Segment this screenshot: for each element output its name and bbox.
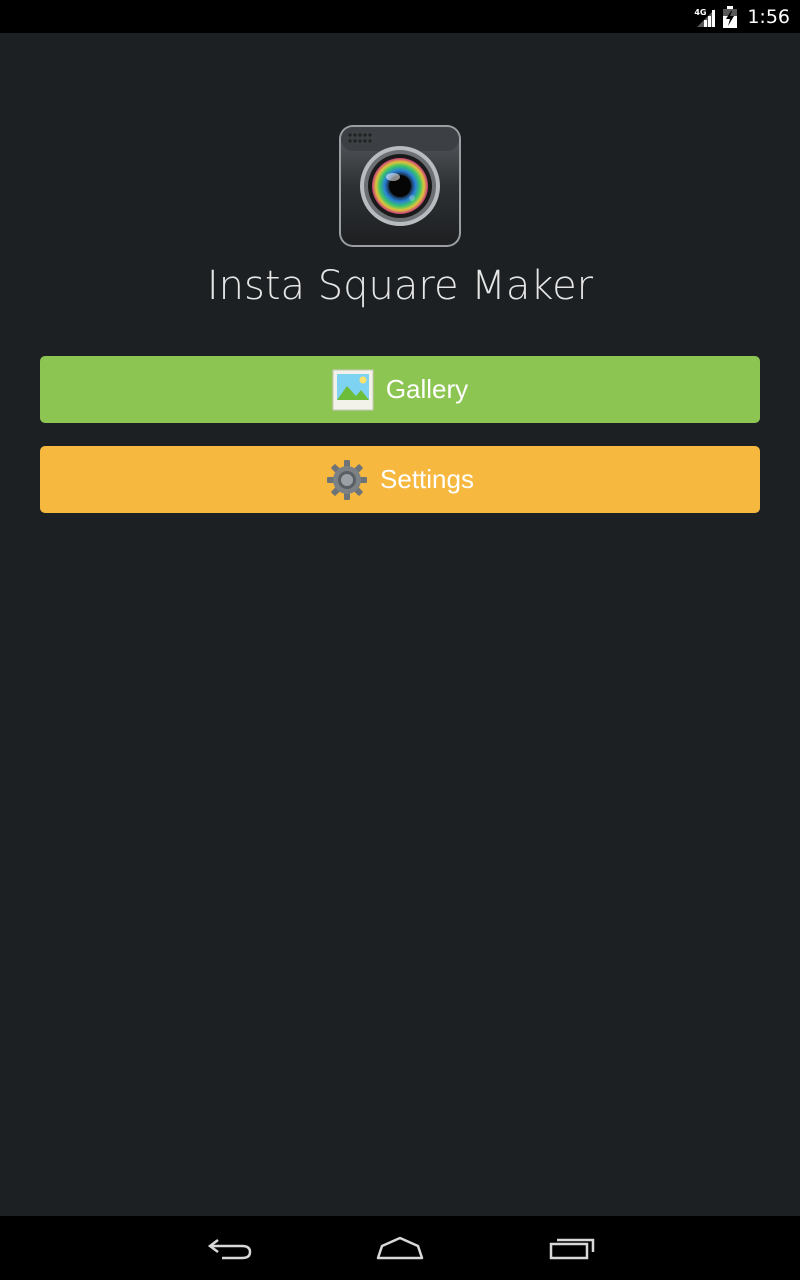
app-title: Insta Square Maker [206,263,594,309]
gallery-button[interactable]: Gallery [40,356,760,423]
recent-apps-icon [549,1238,595,1260]
signal-indicator: 4G [694,5,717,29]
battery-icon [723,5,738,28]
recent-apps-button[interactable] [542,1230,602,1266]
home-button[interactable] [370,1230,430,1266]
back-button[interactable] [200,1230,260,1266]
signal-icon [697,8,716,27]
gear-icon [327,459,368,500]
home-icon [376,1236,424,1260]
settings-button-label: Settings [380,464,474,494]
camera-icon [339,125,461,247]
status-icons: 4G 1:56 [694,0,790,33]
gallery-button-label: Gallery [385,374,469,404]
status-clock: 1:56 [747,5,790,28]
main-screen: Insta Square Maker Gallery Settings [0,33,800,1216]
status-bar: 4G 1:56 [0,0,800,33]
navigation-bar [0,1216,800,1280]
back-icon [207,1239,252,1260]
settings-button[interactable]: Settings [40,446,760,513]
gallery-icon [332,369,374,410]
